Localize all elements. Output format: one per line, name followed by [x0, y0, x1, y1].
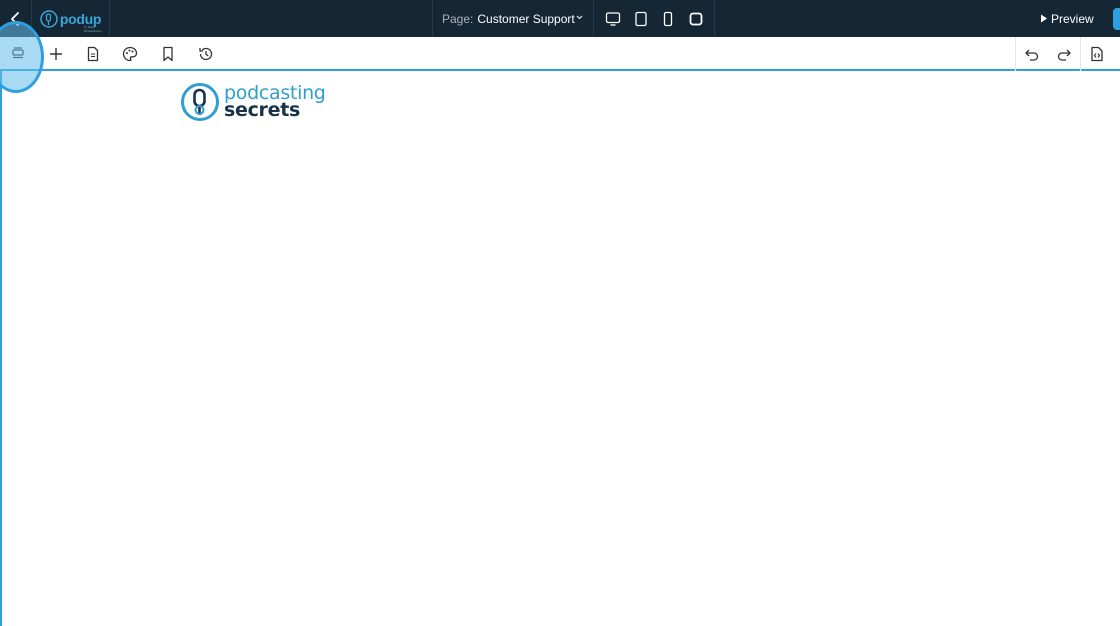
page-value: Customer Support: [477, 11, 575, 26]
logo-subtitle: by Easy Broadcasters: [84, 25, 102, 33]
saved-sections-button[interactable]: [150, 37, 186, 71]
desktop-icon: [605, 11, 621, 26]
microphone-logo-icon: [181, 83, 219, 121]
redo-icon: [1057, 49, 1071, 61]
palette-icon: [122, 46, 138, 62]
pages-button[interactable]: [75, 37, 111, 71]
plus-icon: [50, 48, 62, 60]
editor-toolbar: [0, 37, 1120, 71]
add-element-button[interactable]: [38, 37, 74, 71]
mobile-icon: [664, 11, 673, 26]
code-file-icon: [1091, 46, 1103, 62]
redo-button[interactable]: [1046, 37, 1082, 71]
back-button[interactable]: [0, 0, 32, 37]
undo-button[interactable]: [1014, 37, 1050, 71]
page-label: Page:: [442, 11, 474, 26]
brand-logo[interactable]: podcasting secrets: [180, 81, 340, 123]
history-icon: [199, 47, 213, 61]
device-square-button[interactable]: [684, 7, 708, 31]
layers-button[interactable]: [0, 37, 36, 71]
brand-line-secrets: secrets: [224, 99, 301, 121]
page-selector[interactable]: Page: Customer Support: [432, 0, 594, 37]
history-button[interactable]: [188, 37, 224, 71]
page-icon: [87, 46, 99, 62]
bookmark-icon: [163, 46, 173, 62]
podup-logo-icon: [40, 9, 58, 28]
tablet-icon: [634, 11, 647, 26]
play-icon: [1041, 14, 1047, 23]
device-mobile-button[interactable]: [656, 7, 680, 31]
device-desktop-button[interactable]: [601, 7, 625, 31]
device-switcher: [595, 0, 715, 37]
preview-label: Preview: [1051, 11, 1094, 26]
layers-icon: [12, 47, 24, 59]
theme-button[interactable]: [112, 37, 148, 71]
code-button[interactable]: [1079, 37, 1115, 71]
editor-canvas[interactable]: podcasting secrets: [0, 71, 1120, 626]
undo-icon: [1025, 49, 1039, 61]
chevron-down-icon: [576, 15, 583, 20]
square-icon: [689, 12, 703, 25]
preview-button[interactable]: Preview: [1040, 0, 1104, 37]
publish-button[interactable]: [1113, 8, 1120, 30]
top-bar: podup by Easy Broadcasters Page: Custome…: [0, 0, 1120, 37]
chevron-left-icon: [10, 11, 19, 26]
app-logo[interactable]: podup by Easy Broadcasters: [32, 0, 110, 37]
device-tablet-button[interactable]: [629, 7, 653, 31]
